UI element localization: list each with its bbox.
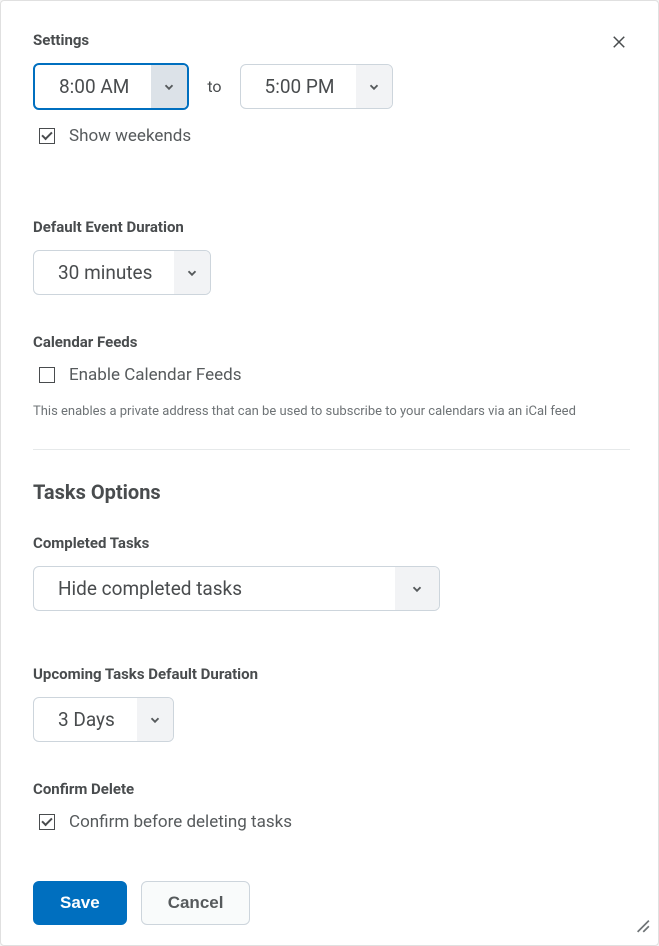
dialog-body: Settings 8:00 AM to 5:00 PM Show weekend…	[1, 1, 658, 869]
chevron-down-icon	[174, 251, 210, 294]
save-button[interactable]: Save	[33, 881, 127, 925]
close-button[interactable]	[610, 33, 636, 59]
end-time-value: 5:00 PM	[241, 65, 357, 108]
default-duration-label: Default Event Duration	[33, 218, 630, 236]
resize-icon	[632, 915, 650, 933]
settings-label: Settings	[33, 31, 630, 49]
calendar-feeds-row: Enable Calendar Feeds	[39, 365, 630, 385]
enable-calendar-feeds-checkbox[interactable]	[39, 367, 55, 383]
upcoming-tasks-select[interactable]: 3 Days	[33, 697, 174, 742]
completed-tasks-select[interactable]: Hide completed tasks	[33, 566, 440, 611]
settings-dialog: Settings 8:00 AM to 5:00 PM Show weekend…	[0, 0, 659, 946]
calendar-feeds-help: This enables a private address that can …	[33, 403, 630, 421]
enable-calendar-feeds-label: Enable Calendar Feeds	[69, 365, 241, 385]
dialog-footer: Save Cancel	[1, 869, 658, 945]
chevron-down-icon	[137, 698, 173, 741]
chevron-down-icon	[356, 65, 392, 108]
to-label: to	[207, 77, 221, 96]
completed-tasks-label: Completed Tasks	[33, 534, 630, 552]
start-time-select[interactable]: 8:00 AM	[33, 63, 189, 110]
confirm-delete-checkbox-label: Confirm before deleting tasks	[69, 812, 292, 832]
upcoming-tasks-value: 3 Days	[34, 698, 137, 741]
default-duration-value: 30 minutes	[34, 251, 174, 294]
default-duration-select[interactable]: 30 minutes	[33, 250, 211, 295]
resize-handle[interactable]	[632, 915, 650, 937]
divider	[33, 449, 630, 450]
end-time-select[interactable]: 5:00 PM	[240, 64, 394, 109]
start-time-value: 8:00 AM	[35, 65, 151, 108]
chevron-down-icon	[151, 65, 187, 108]
show-weekends-label: Show weekends	[69, 126, 191, 146]
show-weekends-checkbox[interactable]	[39, 128, 55, 144]
upcoming-tasks-label: Upcoming Tasks Default Duration	[33, 665, 630, 683]
confirm-delete-row: Confirm before deleting tasks	[39, 812, 630, 832]
cancel-button[interactable]: Cancel	[141, 881, 251, 925]
confirm-delete-checkbox[interactable]	[39, 814, 55, 830]
time-range-row: 8:00 AM to 5:00 PM	[33, 63, 630, 110]
tasks-options-heading: Tasks Options	[33, 480, 630, 504]
confirm-delete-label: Confirm Delete	[33, 780, 630, 798]
calendar-feeds-label: Calendar Feeds	[33, 333, 630, 351]
show-weekends-row: Show weekends	[39, 126, 630, 146]
close-icon	[610, 33, 628, 51]
chevron-down-icon	[395, 567, 439, 610]
completed-tasks-value: Hide completed tasks	[34, 567, 395, 610]
